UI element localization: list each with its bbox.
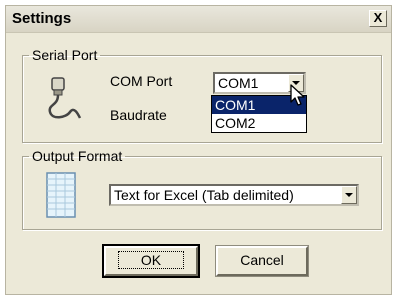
ok-button[interactable]: OK xyxy=(102,244,200,278)
output-format-select[interactable]: Text for Excel (Tab delimited) xyxy=(109,184,359,206)
spreadsheet-icon xyxy=(46,172,76,218)
output-format-dropdown-button[interactable] xyxy=(341,186,357,204)
com-port-value: COM1 xyxy=(218,75,259,91)
output-format-value: Text for Excel (Tab delimited) xyxy=(114,187,294,203)
cancel-button[interactable]: Cancel xyxy=(215,245,309,277)
com-port-label: COM Port xyxy=(110,73,173,89)
com-port-option[interactable]: COM2 xyxy=(212,114,306,132)
title-bar[interactable]: Settings X xyxy=(6,6,391,33)
baudrate-label: Baudrate xyxy=(110,107,167,123)
dialog-title: Settings xyxy=(12,10,72,27)
serial-cable-icon xyxy=(48,77,82,119)
ok-label: OK xyxy=(117,251,185,269)
close-button[interactable]: X xyxy=(369,10,387,27)
mouse-pointer-icon xyxy=(290,84,305,106)
output-format-legend: Output Format xyxy=(32,148,123,164)
serial-port-legend: Serial Port xyxy=(32,47,98,63)
